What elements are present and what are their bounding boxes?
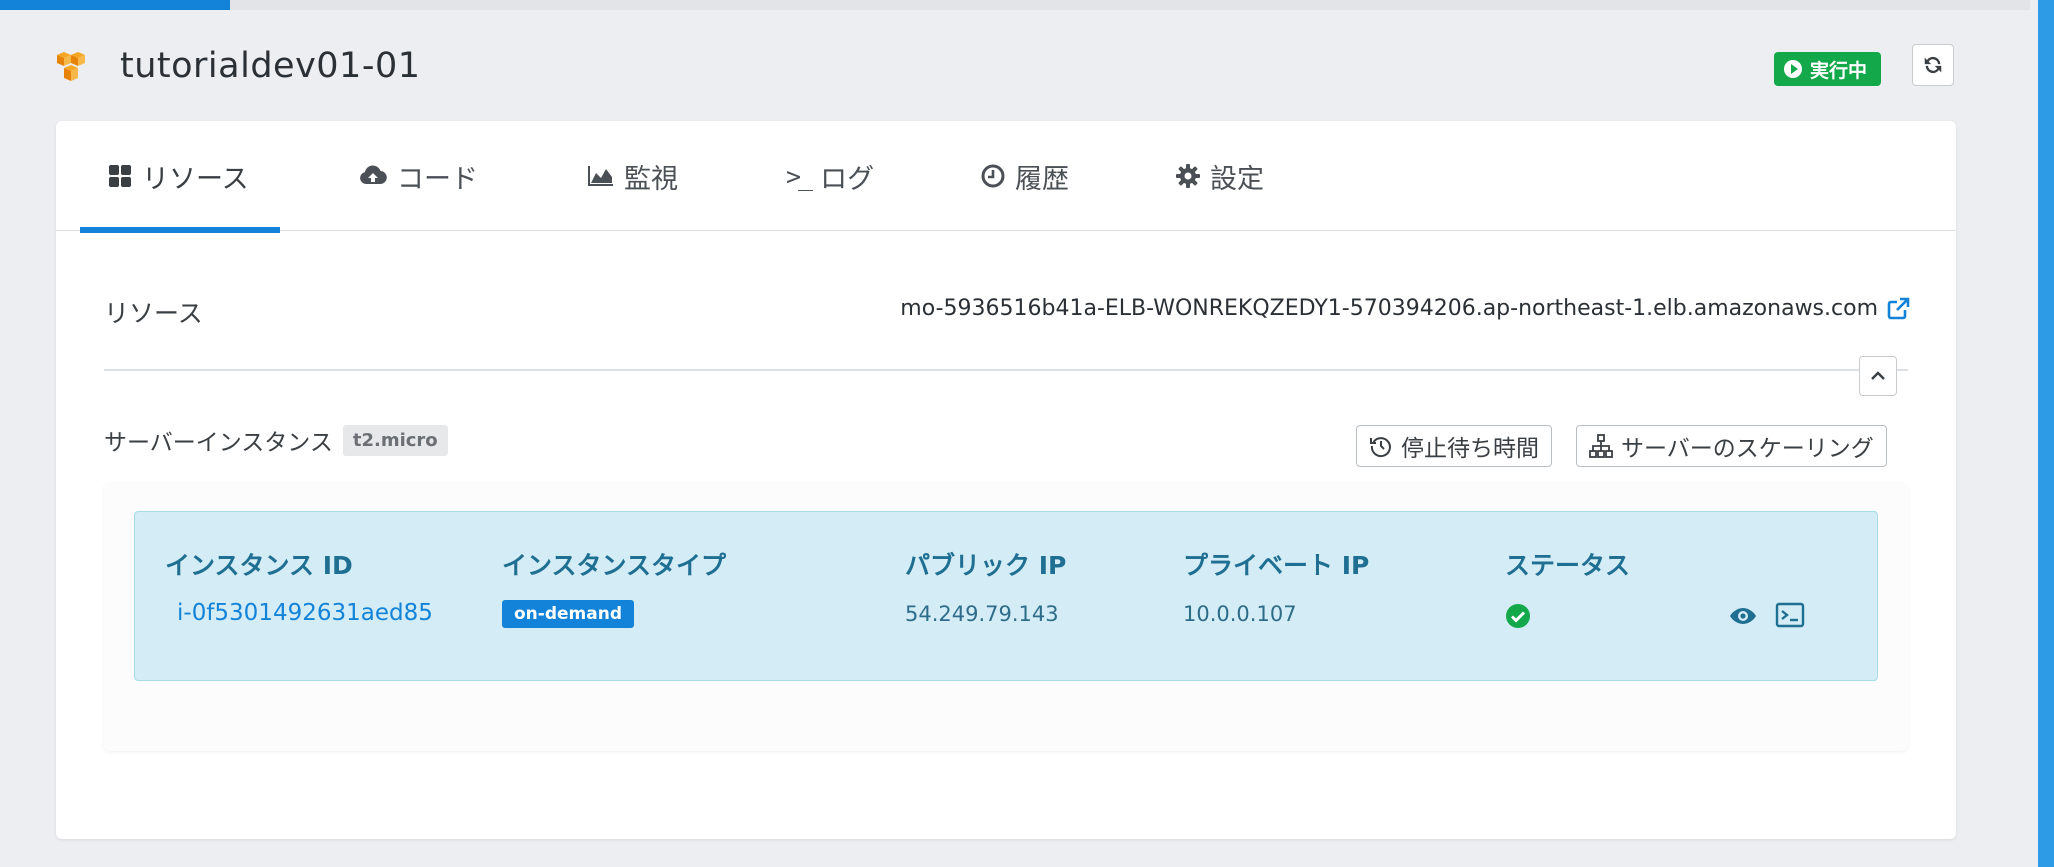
tab-bar: リソース コード 監視 >_ ログ 履歴 設定 <box>56 121 1956 233</box>
external-link-icon <box>1887 297 1910 319</box>
tab-label: ログ <box>820 163 875 195</box>
gear-icon <box>1176 164 1200 188</box>
instance-id-link[interactable]: i-0f5301492631aed85 <box>177 600 433 626</box>
main-card: リソース コード 監視 >_ ログ 履歴 設定 リソース mo-5936516b… <box>56 121 1956 839</box>
tab-resources[interactable]: リソース <box>80 121 280 233</box>
elb-endpoint-link[interactable]: mo-5936516b41a-ELB-WONREKQZEDY1-57039420… <box>900 296 1910 321</box>
area-chart-icon <box>588 166 613 186</box>
tab-label: リソース <box>142 163 249 195</box>
history-icon <box>1370 437 1391 458</box>
terminal-prompt-icon: >_ <box>786 161 813 191</box>
server-instances-label: サーバーインスタンス <box>104 430 333 456</box>
grid-icon <box>109 165 131 187</box>
column-header: インスタンス ID <box>165 551 353 580</box>
column-header: プライベート IP <box>1183 551 1370 580</box>
eye-icon[interactable] <box>1729 606 1757 626</box>
tab-monitoring[interactable]: 監視 <box>586 121 678 231</box>
clock-icon <box>981 164 1005 188</box>
tab-history[interactable]: 履歴 <box>981 121 1069 231</box>
aws-cubes-icon <box>57 52 85 81</box>
page-load-progress-fill <box>0 0 231 10</box>
status-badge: 実行中 <box>1774 52 1882 86</box>
refresh-button[interactable] <box>1912 44 1954 86</box>
private-ip: 10.0.0.107 <box>1183 602 1297 626</box>
tab-label: コード <box>397 163 478 195</box>
cloud-upload-icon <box>360 165 387 185</box>
terminal-icon[interactable] <box>1775 602 1805 628</box>
column-header: ステータス <box>1505 551 1631 580</box>
tab-logs[interactable]: >_ ログ <box>786 121 874 231</box>
scrollbar[interactable] <box>2038 0 2054 867</box>
stop-wait-time-button[interactable]: 停止待ち時間 <box>1356 425 1552 467</box>
chevron-up-icon <box>1871 371 1885 380</box>
tab-label: 設定 <box>1210 163 1264 195</box>
stop-wait-time-label: 停止待ち時間 <box>1401 436 1539 462</box>
check-circle-icon <box>1506 604 1530 628</box>
page-title: tutorialdev01-01 <box>120 46 421 86</box>
status-badge-label: 実行中 <box>1810 59 1868 82</box>
play-circle-icon <box>1784 60 1802 78</box>
tab-label: 履歴 <box>1015 163 1069 195</box>
server-instances-heading: サーバーインスタンス t2.micro <box>104 423 448 457</box>
instance-type-badge: on-demand <box>502 600 634 628</box>
server-scaling-button[interactable]: サーバーのスケーリング <box>1576 425 1887 467</box>
instances-panel: インスタンス ID インスタンスタイプ パブリック IP プライベート IP ス… <box>104 483 1908 751</box>
page-load-progress <box>0 0 2030 10</box>
instance-size-tag: t2.micro <box>342 424 448 456</box>
column-header: インスタンスタイプ <box>502 551 727 580</box>
sitemap-icon <box>1589 434 1613 458</box>
refresh-icon <box>1924 56 1942 74</box>
collapse-button[interactable] <box>1859 356 1897 396</box>
table-row: インスタンス ID インスタンスタイプ パブリック IP プライベート IP ス… <box>134 511 1878 681</box>
elb-endpoint-text: mo-5936516b41a-ELB-WONREKQZEDY1-57039420… <box>900 296 1878 321</box>
tab-label: 監視 <box>624 163 678 195</box>
tab-settings[interactable]: 設定 <box>1176 121 1264 231</box>
column-header: パブリック IP <box>905 551 1067 580</box>
page-header: tutorialdev01-01 実行中 <box>52 44 1954 92</box>
server-scaling-label: サーバーのスケーリング <box>1621 436 1874 462</box>
section-divider <box>104 369 1908 371</box>
tab-code[interactable]: コード <box>359 121 478 231</box>
public-ip: 54.249.79.143 <box>905 602 1059 626</box>
resources-heading: リソース <box>104 299 203 328</box>
active-tab-indicator <box>80 227 280 233</box>
